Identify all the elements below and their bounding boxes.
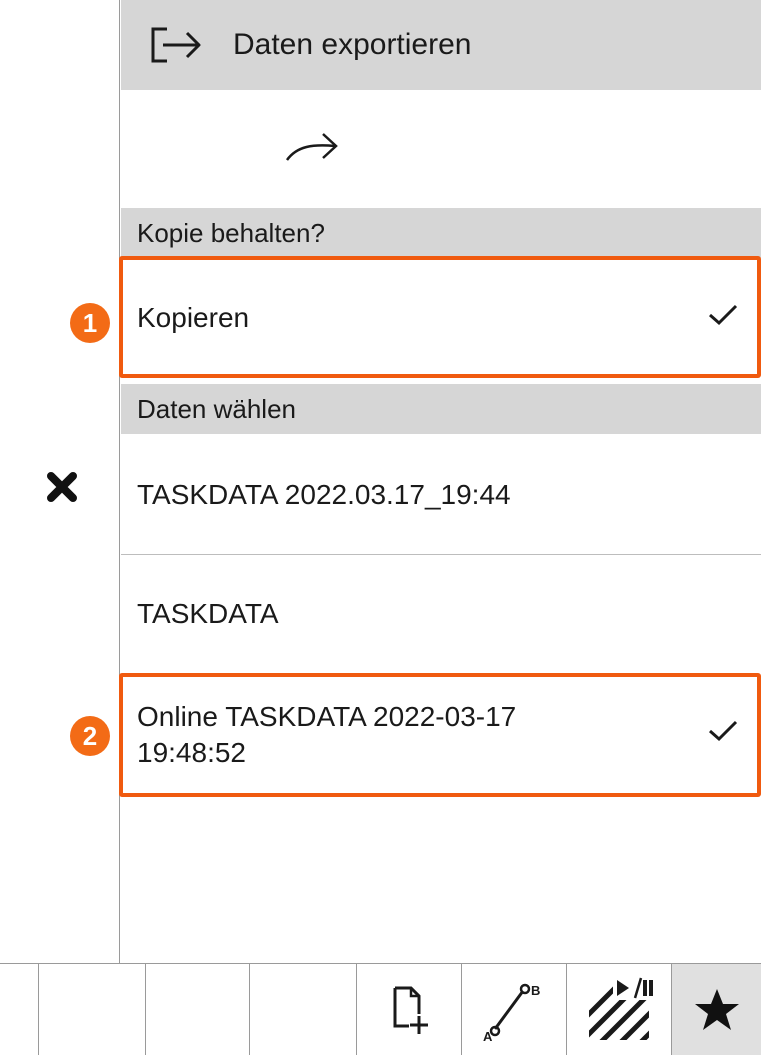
panel-header: Daten exportieren [121,0,761,90]
close-button[interactable] [40,465,84,509]
ab-line-button[interactable]: A B [461,964,566,1055]
section-header-select-data: Daten wählen [121,384,761,434]
data-item-1[interactable]: TASKDATA 2022.03.17_19:44 [121,436,761,554]
toolbar-slot-3[interactable] [249,964,356,1055]
data-item-3[interactable]: Online TASKDATA 2022-03-17 19:48:52 [121,675,761,795]
checkmark-icon [707,302,739,335]
data-item-label: TASKDATA [137,598,279,629]
page-title: Daten exportieren [233,28,472,61]
export-icon [149,25,205,65]
section-header-keep-copy: Kopie behalten? [121,208,761,258]
svg-text:B: B [531,983,540,998]
new-document-button[interactable] [356,964,461,1055]
data-item-line2: 19:48:52 [137,737,246,768]
ab-line-icon: A B [483,983,540,1043]
arrow-right-icon [283,128,343,173]
callout-badge-2: 2 [70,716,110,756]
section-control-button[interactable] [566,964,671,1055]
new-document-icon [393,986,428,1034]
toolbar-slot-1[interactable] [38,964,145,1055]
section-control-play-pause-icon [589,976,655,1040]
option-copy-label: Kopieren [137,302,250,333]
data-item-2[interactable]: TASKDATA [121,555,761,673]
export-panel: Daten exportieren Kopie behalten? Kopier… [121,0,761,963]
data-item-label: TASKDATA 2022.03.17_19:44 [137,479,511,510]
svg-text:A: A [483,1029,493,1043]
left-column [0,0,120,963]
option-copy[interactable]: Kopieren [121,258,761,378]
callout-badge-1: 1 [70,303,110,343]
star-icon [694,989,739,1030]
checkmark-icon [707,717,739,753]
bottom-toolbar: A B [0,963,761,1055]
favorites-button[interactable] [671,964,761,1055]
data-item-label: Online TASKDATA 2022-03-17 19:48:52 [137,699,516,771]
data-item-line1: Online TASKDATA 2022-03-17 [137,701,517,732]
close-icon [47,472,77,502]
toolbar-slot-2[interactable] [145,964,249,1055]
direction-area [121,90,761,208]
